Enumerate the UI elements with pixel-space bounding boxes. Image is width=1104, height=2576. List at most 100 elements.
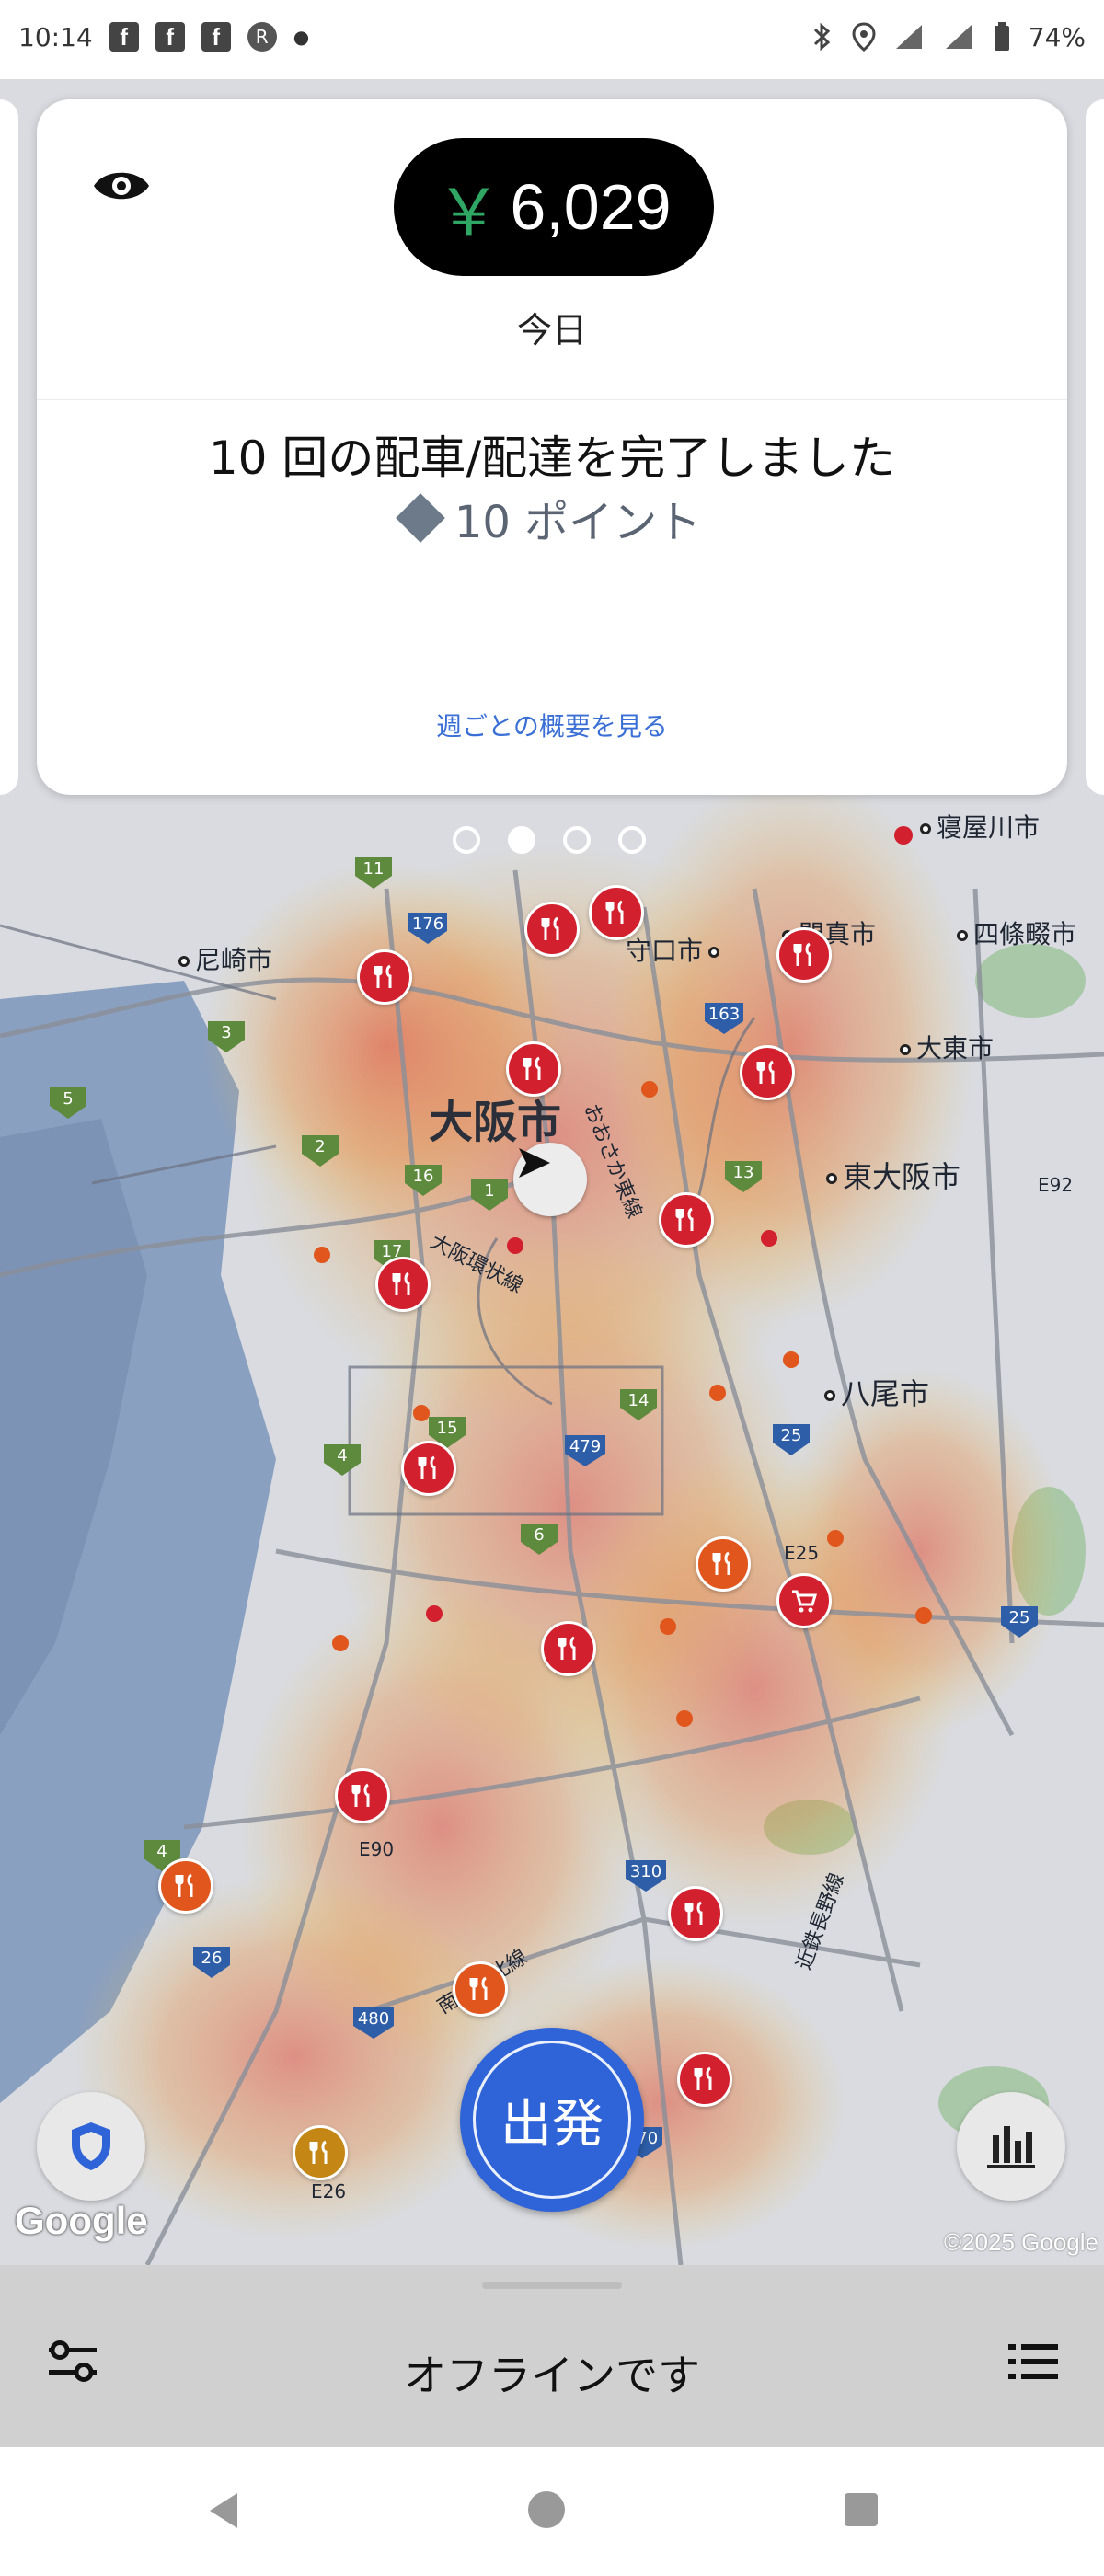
shield-icon xyxy=(72,2122,110,2170)
fork-knife-icon xyxy=(756,1060,775,1084)
go-online-button[interactable]: 出発 xyxy=(460,2028,644,2212)
route-shield: 13 xyxy=(733,1163,754,1182)
city-label: 尼崎市 xyxy=(195,945,273,975)
home-icon[interactable] xyxy=(528,2491,565,2528)
restaurant-pin[interactable] xyxy=(401,1441,456,1496)
city-label: 八尾市 xyxy=(841,1376,930,1411)
restaurant-pin[interactable] xyxy=(776,927,832,983)
grocery-pin[interactable] xyxy=(776,1573,832,1628)
menu-list-button[interactable] xyxy=(1001,2329,1065,2394)
facebook-icon: f xyxy=(109,22,139,52)
fork-knife-icon xyxy=(694,2066,712,2090)
road-label: E92 xyxy=(1038,1174,1074,1196)
period-label: 今日 xyxy=(516,310,587,351)
carousel-dot[interactable] xyxy=(563,826,591,854)
earnings-amount-pill[interactable]: ￥ 6,029 xyxy=(394,138,714,276)
city-dot xyxy=(826,1173,837,1184)
route-shield: 25 xyxy=(781,1426,802,1445)
signal-icon xyxy=(895,25,922,49)
fork-knife-icon xyxy=(469,1976,488,2000)
toggle-visibility-button[interactable] xyxy=(86,151,156,221)
restaurant-pin[interactable] xyxy=(335,1768,390,1823)
restaurant-pin[interactable] xyxy=(677,2052,732,2107)
road-label: E90 xyxy=(359,1838,395,1860)
restaurant-pin[interactable] xyxy=(696,1536,751,1592)
safety-toolkit-button[interactable] xyxy=(37,2092,145,2201)
cart-icon xyxy=(792,1590,818,1613)
battery-icon xyxy=(994,22,1009,51)
fork-knife-icon xyxy=(309,2140,328,2164)
restaurant-pin[interactable] xyxy=(668,1886,723,1941)
route-shield: 11 xyxy=(363,859,385,879)
route-shield: 480 xyxy=(358,2009,389,2029)
weekly-summary-link[interactable]: 週ごとの概要を見る xyxy=(37,707,1067,743)
city-dot xyxy=(920,823,931,834)
fork-knife-icon xyxy=(392,1271,410,1295)
route-shield: 2 xyxy=(315,1137,325,1156)
city-label: 守口市 xyxy=(626,936,704,966)
driver-status-text: オフラインです xyxy=(404,2351,700,2400)
carousel-dot-active[interactable] xyxy=(508,826,535,854)
earnings-amount: 6,029 xyxy=(510,171,672,243)
route-shield: 163 xyxy=(708,1005,740,1024)
carousel-dot[interactable] xyxy=(618,826,646,854)
restaurant-pin[interactable] xyxy=(740,1045,795,1100)
city-dot xyxy=(957,930,968,941)
navigation-arrow-icon xyxy=(519,1148,550,1178)
facebook-icon: f xyxy=(155,22,185,52)
route-shield: 4 xyxy=(337,1446,347,1466)
restaurant-pin[interactable] xyxy=(659,1192,714,1248)
carousel-dot[interactable] xyxy=(453,826,480,854)
route-shield: 3 xyxy=(221,1023,231,1042)
road-label: E26 xyxy=(311,2180,347,2202)
city-label: 大東市 xyxy=(916,1033,995,1064)
route-shield: 25 xyxy=(1009,1608,1030,1627)
route-shield: 310 xyxy=(630,1862,661,1881)
recent-apps-icon[interactable] xyxy=(845,2493,878,2526)
points-text: 10 ポイント xyxy=(454,497,702,548)
driver-app-screen: 10:14 f f f R ● 74% 11 176 3 163 5 2 16 … xyxy=(0,0,1104,2576)
city-dot xyxy=(178,956,190,967)
restaurant-pin[interactable] xyxy=(375,1257,431,1312)
fork-knife-icon xyxy=(605,900,624,924)
road-label: E25 xyxy=(784,1542,820,1564)
earnings-card[interactable]: ￥ 6,029 今日 10 回の配車/配達を完了しました 10 ポイント 週ごと… xyxy=(37,99,1067,795)
restaurant-pin[interactable] xyxy=(506,1041,561,1097)
back-icon[interactable] xyxy=(201,2488,247,2534)
facebook-icon: f xyxy=(201,22,231,52)
fork-knife-icon xyxy=(541,916,559,940)
completed-trips-text: 10 回の配車/配達を完了しました xyxy=(208,431,896,485)
fork-knife-icon xyxy=(684,1901,703,1925)
previous-card-peek[interactable] xyxy=(0,99,18,795)
restaurant-pin[interactable] xyxy=(293,2125,348,2180)
restaurant-pin[interactable] xyxy=(589,885,644,940)
fork-knife-icon xyxy=(712,1551,730,1575)
system-navigation-bar xyxy=(0,2447,1104,2576)
earnings-trends-button[interactable] xyxy=(957,2092,1065,2201)
restaurant-pin[interactable] xyxy=(541,1621,596,1676)
notification-dot-icon: ● xyxy=(293,26,310,48)
route-shield: 6 xyxy=(534,1525,544,1545)
city-label: 東大阪市 xyxy=(843,1159,961,1194)
rakuten-icon: R xyxy=(247,22,277,52)
fork-knife-icon xyxy=(175,1873,193,1897)
bottom-sheet[interactable]: オフラインです xyxy=(0,2265,1104,2447)
diamond-icon xyxy=(395,493,445,543)
restaurant-pin[interactable] xyxy=(158,1858,213,1914)
restaurant-pin[interactable] xyxy=(453,1961,508,2017)
route-shield: 14 xyxy=(628,1391,650,1410)
fork-knife-icon xyxy=(523,1056,541,1080)
fork-knife-icon xyxy=(675,1207,694,1231)
currency-symbol: ￥ xyxy=(436,176,501,248)
sheet-grab-handle[interactable] xyxy=(482,2282,622,2289)
status-bar: 10:14 f f f R ● 74% xyxy=(0,0,1104,74)
next-card-peek[interactable] xyxy=(1086,99,1104,795)
city-dot xyxy=(900,1044,911,1055)
card-divider xyxy=(37,399,1067,400)
fork-knife-icon xyxy=(418,1455,436,1479)
fork-knife-icon xyxy=(374,964,392,988)
city-dot xyxy=(824,1390,835,1401)
restaurant-pin[interactable] xyxy=(524,902,580,957)
restaurant-pin[interactable] xyxy=(357,949,412,1005)
city-dot xyxy=(708,947,720,958)
